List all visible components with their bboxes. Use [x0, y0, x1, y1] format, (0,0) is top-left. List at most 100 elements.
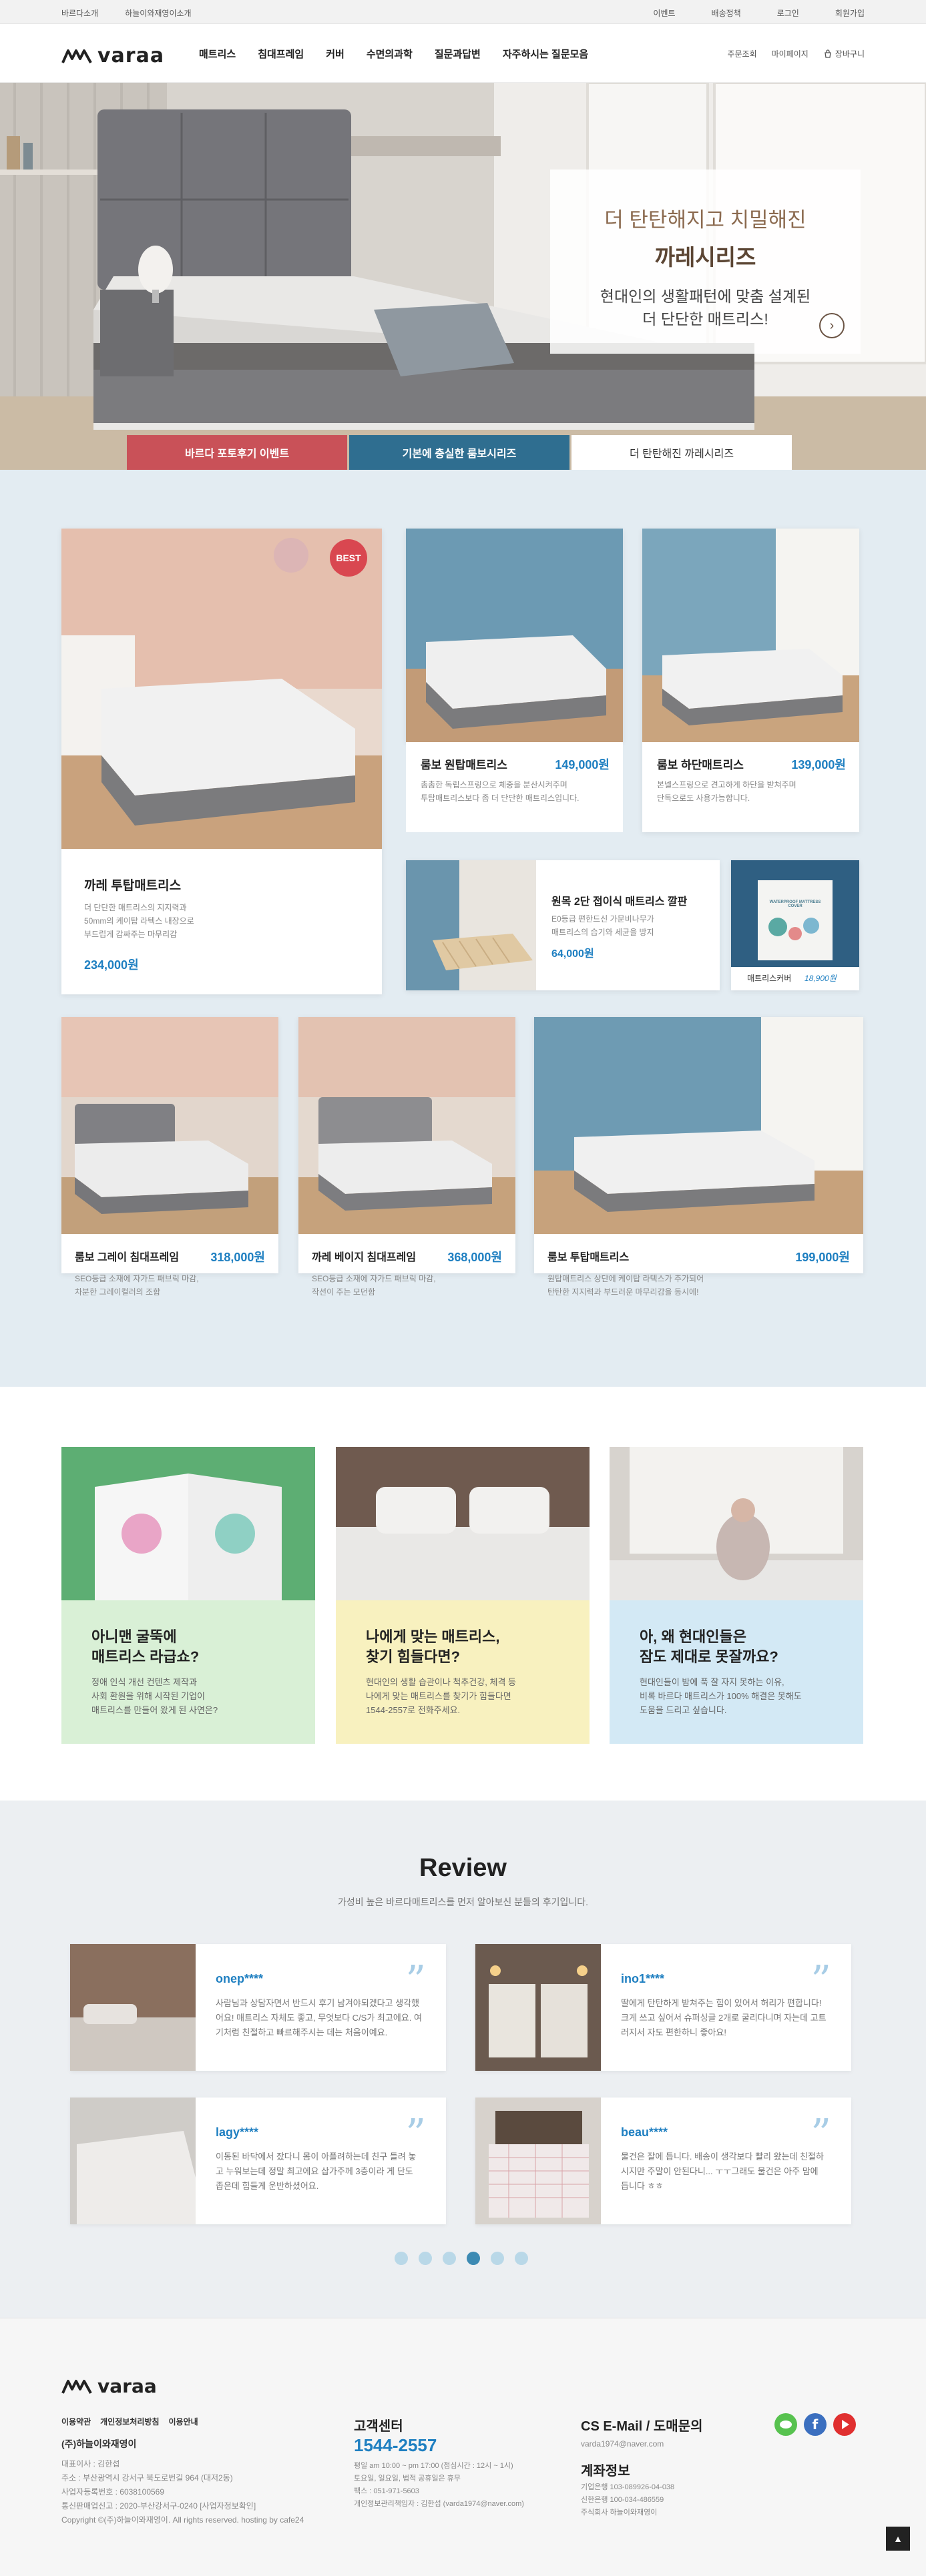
product-desc: SEO등급 소재에 자가드 패브릭 마감, 작선이 주는 모던함 — [312, 1272, 436, 1299]
product-name: 매트리스커버 — [747, 974, 792, 983]
review-title: Review — [419, 1854, 507, 1882]
chevron-right-icon: › — [829, 318, 835, 333]
feature-image — [610, 1447, 863, 1600]
quote-icon: ” — [811, 1957, 831, 2004]
product-card-cover[interactable]: WATERPROOF MATTRESS COVER 매트리스커버 18,900원 — [731, 860, 859, 990]
delivery-link[interactable]: 배송정책 — [712, 7, 741, 19]
hero-tab-event-label: 바르다 포토후기 이벤트 — [184, 448, 290, 460]
pagination-dot[interactable] — [419, 2252, 432, 2265]
product-image — [61, 529, 382, 849]
product-desc-2: 매트리스의 습기와 세균을 방지 — [551, 928, 654, 937]
product-price: 199,000원 — [795, 1251, 850, 1264]
product-card-rumbo-gray-frame[interactable]: 룸보 그레이 침대프레임 318,000원 — [61, 1017, 278, 1273]
mypage-link[interactable]: 마이페이지 — [772, 48, 808, 59]
product-desc-1: SEO등급 소재에 자가드 패브릭 마감, — [312, 1274, 436, 1283]
pagination-dot[interactable] — [515, 2252, 528, 2265]
facebook-icon[interactable]: f — [804, 2413, 827, 2436]
review-text: 물건은 잘에 듭니다. 배송이 생각보다 빨리 왔는데 친절하시지만 주말이 안… — [621, 2152, 824, 2191]
product-desc-1: SEO등급 소재에 자가드 패브릭 마감, — [75, 1274, 199, 1283]
site-header: varaa 매트리스 침대프레임 커버 수면의과학 질문과답변 자주하시는 질문… — [0, 24, 926, 83]
footer-logo[interactable]: varaa — [61, 2375, 157, 2397]
product-desc-2: 차분한 그레이컬러의 조합 — [75, 1287, 161, 1297]
feature-card-story[interactable]: 아니맨 굴뚝에 매트리스 라급쇼? 정애 인식 개선 컨텐츠 제작과 사회 환원을… — [61, 1447, 315, 1744]
feature-title-2: 잠도 제대로 못잘까요? — [640, 1648, 778, 1665]
product-desc-1: 촘촘한 독립스프링으로 체중을 분산시켜주며 — [421, 780, 567, 789]
nav-sleep-science[interactable]: 수면의과학 — [367, 47, 413, 61]
review-card[interactable]: ino1**** ” 딸에게 탄탄하게 받쳐주는 힘이 있어서 허리가 편합니다… — [475, 1944, 851, 2071]
hero-tab-carre[interactable]: 더 탄탄해진 까레시리즈 — [571, 435, 792, 470]
product-desc-2: 작선이 주는 모던함 — [312, 1287, 375, 1297]
feature-desc-3: 도움을 드리고 싶습니다. — [640, 1705, 727, 1715]
product-price: 64,000원 — [551, 948, 594, 960]
signup-link[interactable]: 회원가입 — [835, 7, 865, 19]
login-link[interactable]: 로그인 — [777, 7, 799, 19]
pagination-dot-active[interactable] — [467, 2252, 480, 2265]
nav-qna[interactable]: 질문과답변 — [435, 47, 481, 61]
product-desc-2: 단독으로도 사용가능합니다. — [657, 793, 750, 803]
feature-card-sleep[interactable]: 아, 왜 현대인들은 잠도 제대로 못잘까요? 현대인들이 밤에 푹 잘 자지 … — [610, 1447, 863, 1744]
order-lookup-link[interactable]: 주문조회 — [727, 48, 756, 59]
site-logo[interactable]: varaa — [61, 44, 164, 67]
review-pagination — [395, 2252, 528, 2265]
product-section: BEST 까레 투탑매트리스 더 단단한 매트리스의 지지력과 50mm의 케이… — [0, 470, 926, 1387]
hero-tab-rumbo[interactable]: 기본에 충실한 룸보시리즈 — [349, 435, 569, 470]
about-link[interactable]: 바르다소개 — [61, 7, 98, 19]
product-desc-3: 부드럽게 감싸주는 마무리감 — [84, 930, 178, 939]
kakaotalk-icon[interactable] — [774, 2413, 797, 2436]
guide-link[interactable]: 이용안내 — [169, 2416, 198, 2427]
nav-mattress[interactable]: 매트리스 — [199, 47, 236, 61]
feature-image — [336, 1447, 590, 1600]
review-card[interactable]: onep**** ” 사람님과 상담자면서 반드시 후기 남겨야되겠다고 생각했… — [70, 1944, 446, 2071]
pagination-dot[interactable] — [491, 2252, 504, 2265]
nav-bedframe[interactable]: 침대프레임 — [258, 47, 304, 61]
product-desc-2: 탄탄한 지지력과 부드러운 마무리감을 동시에! — [547, 1287, 699, 1297]
product-desc-1: 더 단단한 매트리스의 지지력과 — [84, 903, 187, 912]
feature-desc-1: 현대인들이 밤에 푹 잘 자지 못하는 이유, — [640, 1677, 784, 1687]
hero-tabs: 바르다 포토후기 이벤트 기본에 충실한 룸보시리즈 더 탄탄해진 까레시리즈 — [127, 435, 792, 470]
privacy-link[interactable]: 개인정보처리방침 — [100, 2416, 159, 2427]
nav-faq[interactable]: 자주하시는 질문모음 — [503, 47, 588, 61]
review-card[interactable]: lagy**** ” 이동된 바닥에서 잤다니 몸이 아플려하는데 친구 들려 … — [70, 2098, 446, 2224]
footer-company: (주)하늘이와재영이 — [61, 2439, 137, 2449]
footer-logo-text: varaa — [97, 2375, 157, 2397]
product-info-rumbo-onetop[interactable]: 룸보 원탑매트리스 149,000원 촘촘한 독립스프링으로 체중을 분산시켜주… — [406, 742, 623, 832]
review-text: 딸에게 탄탄하게 받쳐주는 힘이 있어서 허리가 편합니다! 크게 쓰고 싶어서… — [621, 1998, 827, 2037]
hero-title-2: 까레시리즈 — [654, 245, 756, 270]
company-link[interactable]: 하늘이와재영이소개 — [125, 7, 191, 19]
event-link[interactable]: 이벤트 — [653, 7, 675, 19]
hero-next-button[interactable]: › — [819, 313, 845, 338]
email-address[interactable]: varda1974@naver.com — [581, 2437, 664, 2451]
product-image — [406, 529, 623, 742]
review-card[interactable]: beau**** ” 물건은 잘에 듭니다. 배송이 생각보다 빨리 왔는데 친… — [475, 2098, 851, 2224]
product-card-wood-base[interactable]: 원목 2단 접이식 매트리스 깔판 E0등급 편한드신 가문비나무가 매트리스의… — [406, 860, 720, 990]
feature-desc-1: 정애 인식 개선 컨텐츠 제작과 — [91, 1677, 197, 1687]
product-card-rumbo-twotop[interactable]: 룸보 투탑매트리스 199,000원 — [534, 1017, 863, 1273]
scroll-top-button[interactable]: ▲ — [886, 2527, 910, 2551]
feature-desc: 정애 인식 개선 컨텐츠 제작과 사회 환원을 위해 시작된 기업이 매트리스를 만… — [91, 1675, 285, 1717]
pagination-dot[interactable] — [395, 2252, 408, 2265]
product-card-carre-twotop[interactable]: BEST 까레 투탑매트리스 더 단단한 매트리스의 지지력과 50mm의 케이… — [61, 529, 382, 994]
feature-card-consult[interactable]: 나에게 맞는 매트리스, 찾기 힘들다면? 현대인의 생활 습관이나 척추건강,… — [336, 1447, 590, 1744]
product-desc-1: 원탑매트리스 상단에 케이탑 라텍스가 추가되어 — [547, 1274, 704, 1283]
terms-link[interactable]: 이용약관 — [61, 2416, 91, 2427]
cs-phone[interactable]: 1544-2557 — [354, 2435, 437, 2456]
product-card-carre-beige-frame[interactable]: 까레 베이지 침대프레임 368,000원 — [298, 1017, 515, 1273]
product-desc: 촘촘한 독립스프링으로 체중을 분산시켜주며 투탑매트리스보다 좀 더 단단한 … — [421, 778, 579, 805]
product-desc: SEO등급 소재에 자가드 패브릭 마감, 차분한 그레이컬러의 조합 — [75, 1272, 199, 1299]
product-card-rumbo-onetop[interactable] — [406, 529, 623, 742]
pagination-dot[interactable] — [443, 2252, 456, 2265]
cart-icon — [825, 49, 831, 58]
feature-desc-3: 매트리스를 만들어 왔게 된 사연은? — [91, 1705, 218, 1715]
quote-icon: ” — [405, 2111, 426, 2158]
review-author: beau**** — [621, 2126, 668, 2139]
header-utility: 주문조회 마이페이지 장바구니 — [727, 48, 865, 59]
nav-cover[interactable]: 커버 — [326, 47, 344, 61]
product-name: 룸보 그레이 침대프레임 — [75, 1252, 180, 1263]
hero-caption-box: 더 탄탄해지고 치밀해진 까레시리즈 현대인의 생활패턴에 맞춤 설계된 더 단… — [550, 170, 861, 354]
top-utility-bar: 바르다소개 하늘이와재영이소개 이벤트 배송정책 로그인 회원가입 — [0, 0, 926, 24]
hero-tab-event[interactable]: 바르다 포토후기 이벤트 — [127, 435, 347, 470]
product-card-rumbo-bottom[interactable]: 룸보 하단매트리스 139,000원 본넬스프링으로 견고하게 하단을 받쳐주며… — [642, 529, 859, 832]
cart-link[interactable]: 장바구니 — [823, 48, 865, 59]
youtube-icon[interactable] — [833, 2413, 856, 2436]
footer-info-line: 주소 : 부산광역시 강서구 북도로번길 964 (대저2동) — [61, 2473, 233, 2483]
